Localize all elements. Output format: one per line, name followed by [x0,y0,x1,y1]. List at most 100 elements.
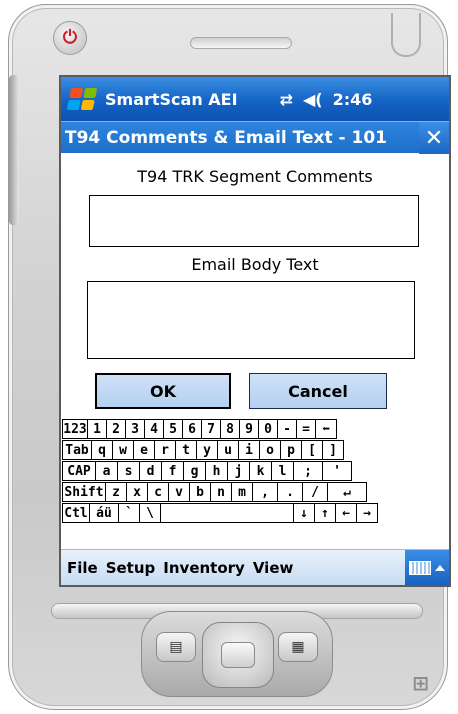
chevron-up-icon [435,565,445,571]
dpad-frame: ▤ ▦ [141,611,333,697]
key-2[interactable]: 2 [106,419,126,439]
key-4[interactable]: 4 [144,419,164,439]
left-side-grip [9,75,19,225]
email-body-label: Email Body Text [191,255,319,274]
key-minus[interactable]: - [277,419,297,439]
close-button[interactable]: ✕ [419,122,449,154]
connectivity-icon[interactable]: ⇄ [280,90,293,109]
key-3[interactable]: 3 [125,419,145,439]
key-comma[interactable]: , [252,482,278,502]
menu-file[interactable]: File [67,559,98,577]
key-arrow-right[interactable]: → [356,503,378,523]
key-equals[interactable]: = [296,419,316,439]
key-quote[interactable]: ' [322,461,352,481]
key-e[interactable]: e [133,440,155,460]
volume-icon[interactable]: ◀( [303,90,323,109]
keyboard-icon [409,561,431,575]
key-y[interactable]: y [196,440,218,460]
key-f[interactable]: f [161,461,184,481]
menu-inventory[interactable]: Inventory [163,559,245,577]
stylus-slot [391,13,421,57]
key-caps[interactable]: CAP [62,461,96,481]
key-c[interactable]: c [147,482,169,502]
key-semicolon[interactable]: ; [293,461,323,481]
key-space[interactable] [160,503,294,523]
directional-pad[interactable] [202,622,274,688]
key-arrow-left[interactable]: ← [335,503,357,523]
key-8[interactable]: 8 [220,419,240,439]
key-x[interactable]: x [126,482,148,502]
key-h[interactable]: h [205,461,228,481]
windows-logo-icon: ⊞ [412,671,429,695]
key-i[interactable]: i [238,440,260,460]
key-o[interactable]: o [259,440,281,460]
key-0[interactable]: 0 [258,419,278,439]
key-v[interactable]: v [168,482,190,502]
input-panel-button[interactable] [405,550,449,585]
key-z[interactable]: z [105,482,127,502]
key-backslash[interactable]: \ [139,503,161,523]
menu-setup[interactable]: Setup [106,559,156,577]
key-5[interactable]: 5 [163,419,183,439]
power-button[interactable]: ⏻ [53,21,87,55]
key-t[interactable]: t [175,440,197,460]
keyboard-row-3: CAP a s d f g h j k l ; ' [62,461,352,481]
key-s[interactable]: s [117,461,140,481]
ok-hardware-button[interactable]: ▦ [278,632,318,662]
key-b[interactable]: b [189,482,211,502]
key-close-bracket[interactable]: ] [322,440,344,460]
hardware-controls: ▤ ▦ ⊞ [31,597,443,707]
segment-comments-input[interactable] [89,195,419,247]
key-1[interactable]: 1 [87,419,107,439]
key-j[interactable]: j [227,461,250,481]
key-k[interactable]: k [249,461,272,481]
windows-flag-icon[interactable] [66,88,98,110]
key-shift[interactable]: Shift [62,482,106,502]
dialog-titlebar: T94 Comments & Email Text - 101 ✕ [61,121,449,154]
key-r[interactable]: r [154,440,176,460]
start-hardware-button[interactable]: ▤ [156,632,196,662]
key-q[interactable]: q [91,440,113,460]
key-m[interactable]: m [231,482,253,502]
menu-view[interactable]: View [253,559,294,577]
clock-time[interactable]: 2:46 [333,90,373,109]
cancel-button[interactable]: Cancel [249,373,387,409]
email-body-input[interactable] [87,281,415,359]
key-d[interactable]: d [139,461,162,481]
power-icon: ⏻ [62,27,78,48]
key-intl[interactable]: áü [89,503,119,523]
dpad-center-button[interactable] [221,642,255,668]
key-slash[interactable]: / [302,482,328,502]
key-ctrl[interactable]: Ctl [62,503,90,523]
key-p[interactable]: p [280,440,302,460]
menu-bar: File Setup Inventory View [61,549,449,585]
app-title: SmartScan AEI [105,89,238,109]
key-backspace[interactable]: ⬅ [315,419,337,439]
key-a[interactable]: a [95,461,118,481]
key-enter[interactable]: ↵ [327,482,367,502]
key-u[interactable]: u [217,440,239,460]
dialog-title: T94 Comments & Email Text - 101 [65,127,388,148]
key-9[interactable]: 9 [239,419,259,439]
keyboard-row-5: Ctl áü ` \ ↓ ↑ ← → [62,503,378,523]
key-7[interactable]: 7 [201,419,221,439]
key-tab[interactable]: Tab [62,440,92,460]
key-open-bracket[interactable]: [ [301,440,323,460]
key-6[interactable]: 6 [182,419,202,439]
key-123[interactable]: 123 [62,419,88,439]
key-arrow-down[interactable]: ↓ [293,503,315,523]
pocket-pc-device: ⏻ SmartScan AEI ⇄ ◀( 2:46 T94 Comments &… [8,4,451,710]
key-arrow-up[interactable]: ↑ [314,503,336,523]
ok-button[interactable]: OK [95,373,231,409]
key-n[interactable]: n [210,482,232,502]
keyboard-row-2: Tab q w e r t y u i o p [ ] [62,440,344,460]
keyboard-row-1: 123 1 2 3 4 5 6 7 8 9 0 - = ⬅ [62,419,337,439]
segment-comments-label: T94 TRK Segment Comments [137,167,373,186]
key-w[interactable]: w [112,440,134,460]
close-icon: ✕ [424,125,444,151]
start-icon: ▤ [169,639,183,655]
key-l[interactable]: l [271,461,294,481]
key-g[interactable]: g [183,461,206,481]
key-period[interactable]: . [277,482,303,502]
key-backtick[interactable]: ` [118,503,140,523]
